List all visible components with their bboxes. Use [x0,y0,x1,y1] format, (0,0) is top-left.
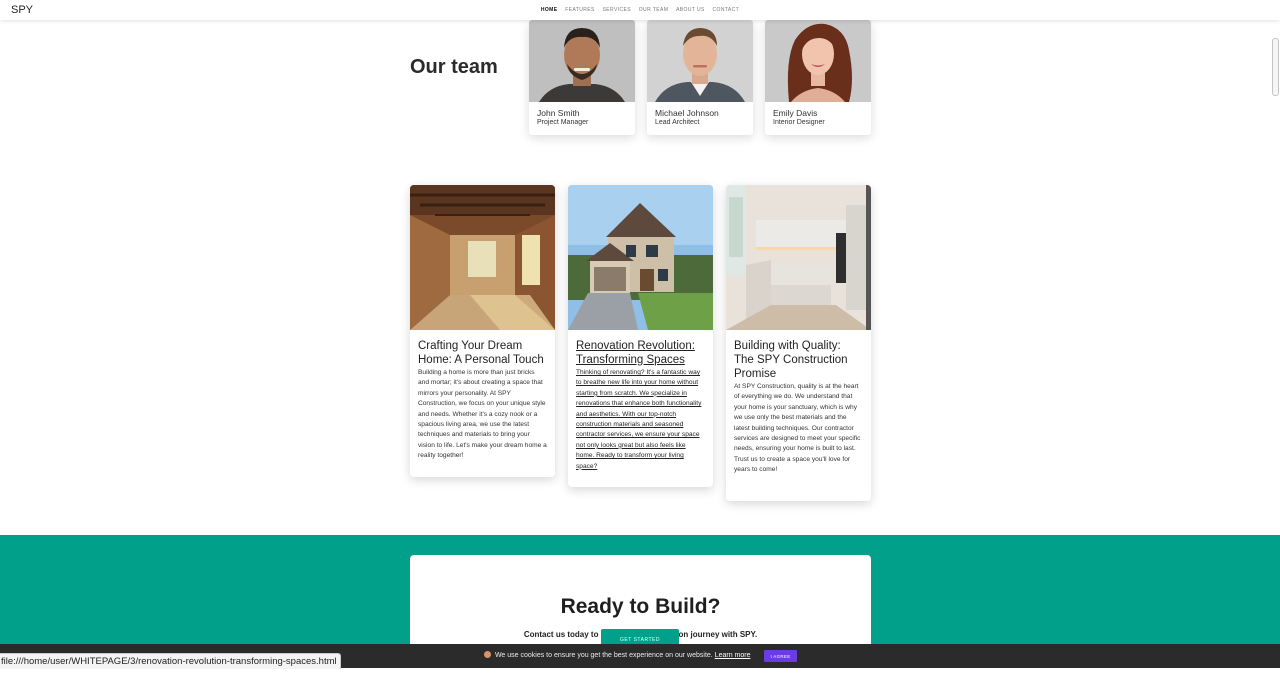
nav-link-features[interactable]: FEATURES [565,7,595,13]
nav-link-about-us[interactable]: ABOUT US [676,7,705,13]
nav-link-home[interactable]: HOME [541,7,558,13]
navbar: SPY HOME FEATURES SERVICES OUR TEAM ABOU… [0,0,1280,20]
member-name: Michael Johnson [655,108,719,118]
blog-image-house-exterior [568,185,713,330]
team-photo [765,20,871,102]
browser-status-url: file:///home/user/WHITEPAGE/3/renovation… [0,653,341,669]
blog-card-quality-promise[interactable]: Building with Quality: The SPY Construct… [726,185,871,501]
blog-excerpt[interactable]: Thinking of renovating? It's a fantastic… [576,368,705,472]
team-section-title: Our team [410,56,498,78]
nav-menu: HOME FEATURES SERVICES OUR TEAM ABOUT US… [0,7,1280,13]
blog-card-dream-home[interactable]: Crafting Your Dream Home: A Personal Tou… [410,185,555,477]
nav-link-our-team[interactable]: OUR TEAM [639,7,669,13]
nav-link-services[interactable]: SERVICES [603,7,631,13]
scrollbar-thumb[interactable] [1272,38,1279,96]
nav-link-contact[interactable]: CONTACT [713,7,740,13]
blog-excerpt: At SPY Construction, quality is at the h… [734,383,861,474]
member-role: Interior Designer [773,119,825,126]
blog-title[interactable]: Building with Quality: The SPY Construct… [734,339,863,381]
blog-card-renovation-revolution[interactable]: Renovation Revolution: Transforming Spac… [568,185,713,487]
team-photo [647,20,753,102]
cookie-message: We use cookies to ensure you get the bes… [484,651,750,659]
member-role: Lead Architect [655,119,700,126]
blog-title[interactable]: Crafting Your Dream Home: A Personal Tou… [418,339,547,367]
blog-excerpt: Building a home is more than just bricks… [418,369,547,460]
team-card-john-smith: John Smith Project Manager [529,20,635,135]
member-name: Emily Davis [773,108,818,118]
member-role: Project Manager [537,119,589,126]
learn-more-link[interactable]: Learn more [715,652,751,659]
team-card-emily-davis: Emily Davis Interior Designer [765,20,871,135]
team-photo [529,20,635,102]
member-name: John Smith [537,108,580,118]
blog-title[interactable]: Renovation Revolution: Transforming Spac… [576,339,705,367]
cta-title: Ready to Build? [560,595,721,618]
team-card-michael-johnson: Michael Johnson Lead Architect [647,20,753,135]
cookie-agree-button[interactable]: I AGREE [764,650,797,662]
cookie-text: We use cookies to ensure you get the bes… [494,652,713,659]
blog-image-kitchen [726,185,871,330]
blog-image-interior-construction [410,185,555,330]
cookie-icon [484,651,491,658]
